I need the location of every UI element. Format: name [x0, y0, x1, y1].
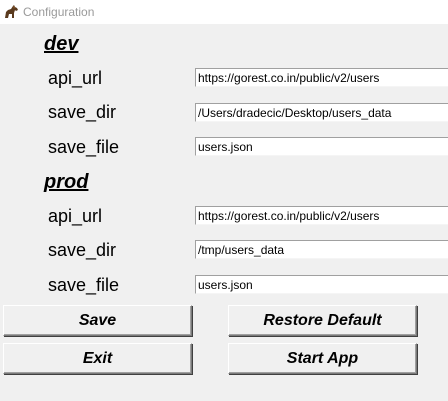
title-bar: Configuration — [0, 0, 448, 24]
dev-save-file-input[interactable] — [195, 137, 448, 156]
dev-api-url-input[interactable] — [195, 68, 448, 87]
prod-api-url-input[interactable] — [195, 206, 448, 225]
prod-save-dir-label: save_dir — [48, 240, 117, 260]
prod-save-file-label: save_file — [48, 275, 120, 295]
save-button[interactable]: Save — [3, 305, 192, 336]
dev-heading: dev — [44, 33, 79, 55]
prod-save-file-input[interactable] — [195, 275, 448, 294]
prod-api-url-label: api_url — [48, 206, 103, 226]
start-app-button[interactable]: Start App — [228, 343, 417, 374]
dev-api-url-label: api_url — [48, 68, 103, 88]
dev-save-dir-label: save_dir — [48, 102, 117, 122]
horse-icon — [2, 3, 20, 21]
prod-save-dir-input[interactable] — [195, 240, 448, 259]
dev-save-file-label: save_file — [48, 137, 120, 157]
exit-button[interactable]: Exit — [3, 343, 192, 374]
dev-save-dir-input[interactable] — [195, 103, 448, 122]
prod-heading: prod — [44, 171, 89, 193]
restore-default-button[interactable]: Restore Default — [228, 305, 417, 336]
window-title: Configuration — [23, 5, 95, 19]
